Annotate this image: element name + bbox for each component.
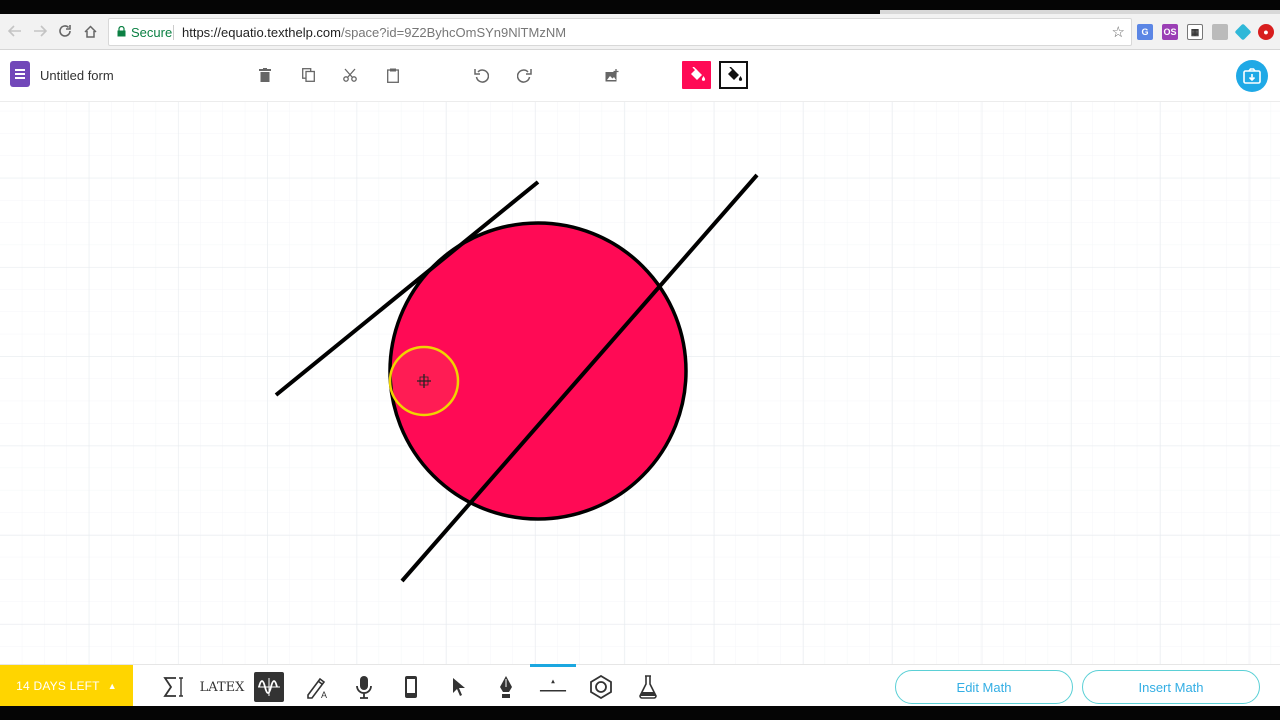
line-tool-icon	[539, 679, 567, 692]
back-button[interactable]	[4, 20, 26, 42]
cut-button[interactable]	[339, 64, 361, 86]
redo-button[interactable]	[513, 64, 535, 86]
reload-icon	[59, 25, 71, 37]
browser-toolbar: Secure https://equatio.texthelp.com/spac…	[0, 14, 1280, 50]
extension-icon[interactable]	[1212, 24, 1228, 40]
shape-tool-icon	[590, 675, 612, 699]
shape-tool-button[interactable]	[587, 673, 615, 701]
pen-tool-button[interactable]	[492, 673, 520, 701]
pen-icon	[500, 676, 512, 698]
delete-button[interactable]	[254, 64, 276, 86]
window-top-strip	[0, 0, 1280, 14]
latex-icon: LATEX	[199, 679, 245, 695]
back-arrow-icon	[8, 25, 21, 37]
scissors-icon	[343, 68, 357, 82]
chemistry-icon	[639, 675, 657, 699]
chemistry-button[interactable]	[634, 673, 662, 701]
screen: Secure https://equatio.texthelp.com/spac…	[0, 0, 1280, 720]
drawing-canvas[interactable]	[0, 102, 1280, 664]
edit-math-label: Edit Math	[956, 679, 1012, 695]
save-button[interactable]	[1236, 60, 1268, 92]
trash-icon	[259, 68, 271, 82]
lock-icon	[117, 26, 126, 37]
edit-math-button[interactable]: Edit Math	[895, 670, 1073, 704]
outline-color-button[interactable]	[719, 61, 748, 89]
paste-button[interactable]	[382, 64, 404, 86]
home-button[interactable]	[79, 20, 101, 42]
address-bar[interactable]: Secure https://equatio.texthelp.com/spac…	[108, 18, 1132, 46]
mobile-icon	[405, 676, 417, 698]
select-icon	[453, 678, 465, 696]
stop-extension-icon[interactable]: ●	[1258, 24, 1274, 40]
equatio-toolbar: 14 DAYS LEFT ▲ LATEX A Edit Math Insert …	[0, 664, 1280, 707]
equatio-extension-icon[interactable]	[1234, 23, 1252, 41]
insert-image-button[interactable]	[601, 64, 623, 86]
reload-button[interactable]	[54, 20, 76, 42]
handwriting-button[interactable]: A	[303, 673, 331, 701]
insert-image-icon	[605, 68, 619, 81]
insert-math-button[interactable]: Insert Math	[1082, 670, 1260, 704]
equation-editor-icon	[163, 677, 183, 697]
trial-label: 14 DAYS LEFT	[16, 679, 100, 693]
paste-icon	[387, 68, 399, 83]
app-toolbar: Untitled form	[0, 50, 1280, 102]
outline-color-icon	[727, 67, 742, 81]
os-extension-icon[interactable]: OS	[1162, 24, 1178, 40]
speech-input-icon	[356, 676, 372, 699]
home-icon	[83, 24, 97, 38]
mobile-button[interactable]	[397, 673, 425, 701]
trial-badge[interactable]: 14 DAYS LEFT ▲	[0, 665, 133, 707]
latex-button[interactable]: LATEX	[199, 673, 245, 701]
google-forms-icon	[10, 61, 30, 87]
copy-icon	[301, 68, 315, 82]
svg-text:A: A	[321, 690, 327, 699]
equation-editor-button[interactable]	[160, 673, 188, 701]
secure-label: Secure	[131, 25, 173, 40]
line-tool-button[interactable]	[530, 664, 576, 701]
translate-extension-icon[interactable]: G	[1137, 24, 1153, 40]
graph-button[interactable]	[254, 672, 284, 702]
caret-up-icon: ▲	[107, 681, 117, 691]
fill-color-icon	[690, 67, 705, 81]
graph-icon	[258, 678, 280, 696]
fill-color-button[interactable]	[682, 61, 711, 89]
grid-extension-icon[interactable]: ▦	[1187, 24, 1203, 40]
insert-math-label: Insert Math	[1138, 679, 1204, 695]
handwriting-icon: A	[307, 677, 327, 699]
url-path: /space?id=9Z2ByhcOmSYn9NlTMzNM	[340, 25, 567, 40]
cursor-highlight	[388, 345, 460, 417]
undo-icon	[473, 68, 489, 83]
forward-button[interactable]	[29, 20, 51, 42]
window-bottom-strip	[0, 706, 1280, 720]
copy-button[interactable]	[297, 64, 319, 86]
save-image-icon	[1243, 68, 1261, 84]
active-tool-indicator	[530, 664, 576, 667]
bookmark-star-icon[interactable]: ☆	[1112, 23, 1125, 41]
document-title: Untitled form	[40, 68, 114, 83]
speech-input-button[interactable]	[350, 673, 378, 701]
forward-arrow-icon	[34, 25, 47, 37]
url-text: https://equatio.texthelp.com/space?id=9Z…	[182, 25, 566, 40]
omnibox-separator	[173, 25, 174, 40]
url-host: https://equatio.texthelp.com	[182, 25, 341, 40]
redo-icon	[516, 68, 532, 83]
select-tool-button[interactable]	[445, 673, 473, 701]
undo-button[interactable]	[470, 64, 492, 86]
